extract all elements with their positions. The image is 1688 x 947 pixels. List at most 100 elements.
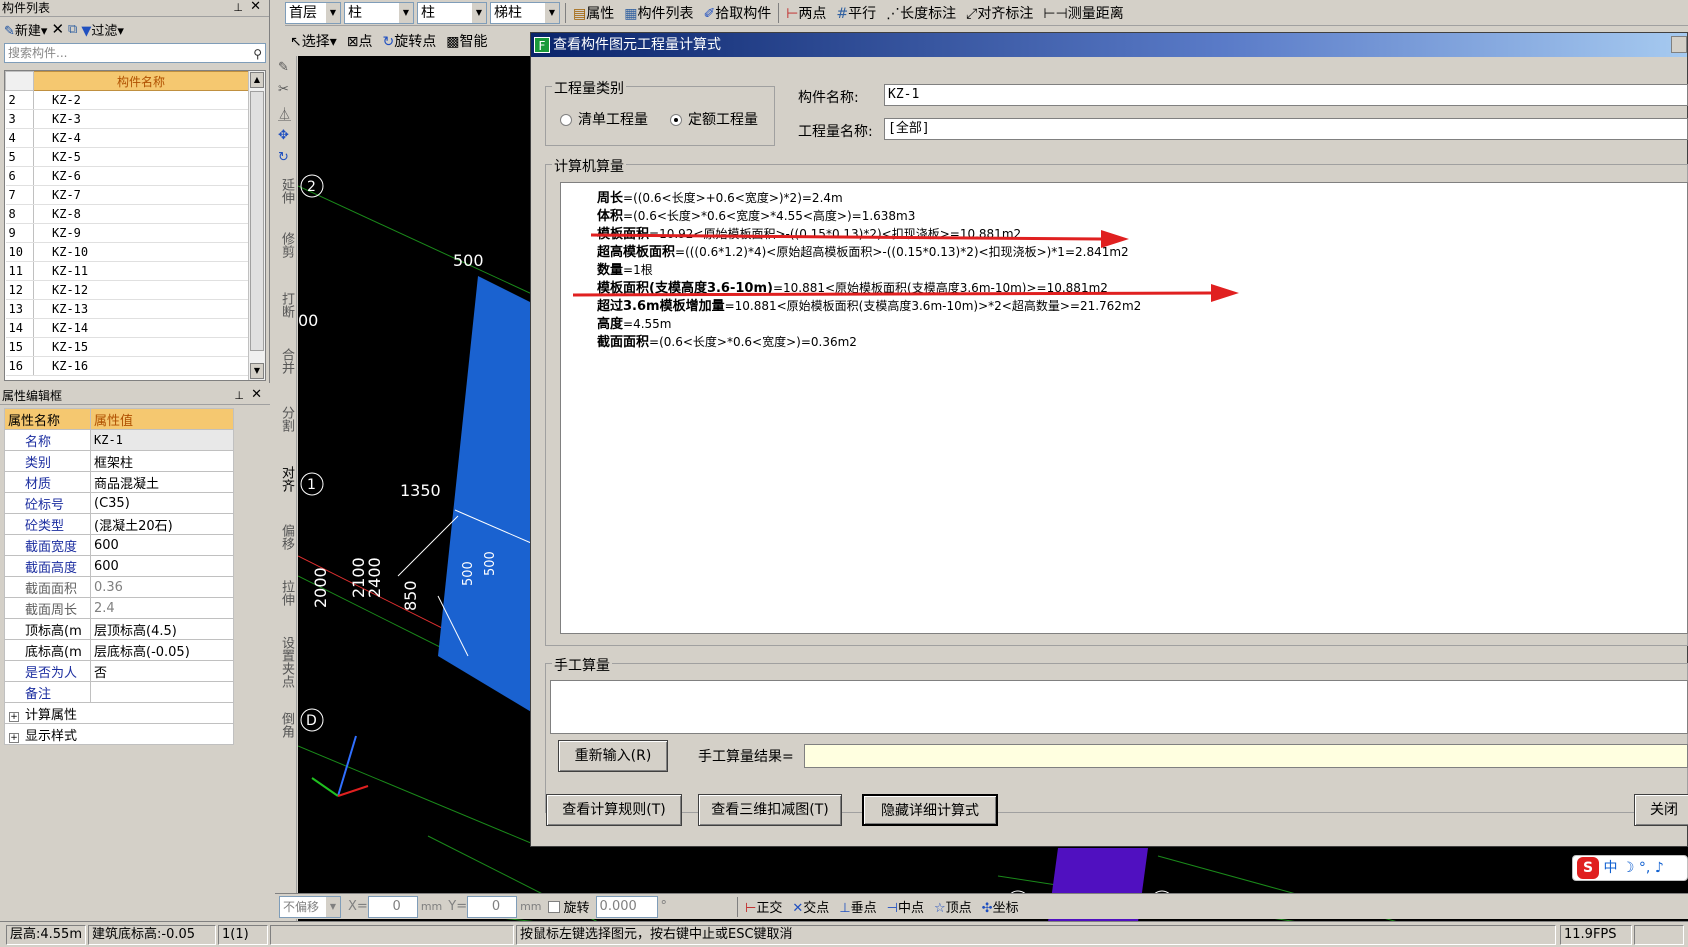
scroll-thumb[interactable]	[250, 91, 264, 351]
pin-icon[interactable]: ⊥	[234, 388, 244, 404]
pick-component-button[interactable]: ✐拾取构件	[698, 3, 776, 23]
radio-bill-qty[interactable]: 清单工程量	[560, 109, 648, 129]
property-value[interactable]: 商品混凝土	[90, 471, 234, 493]
length-dim-button[interactable]: ⋰长度标注	[881, 3, 961, 23]
close-icon[interactable]: ✕	[251, 387, 262, 403]
rotate-input[interactable]: 0.000	[595, 895, 658, 918]
delete-icon[interactable]: ✕	[51, 20, 64, 38]
component-name-cell[interactable]: KZ-2	[33, 90, 249, 110]
brush-icon[interactable]: ✎	[278, 60, 296, 75]
measure-distance-button[interactable]: ⊢⊣测量距离	[1038, 3, 1128, 23]
property-group[interactable]: + 计算属性	[4, 702, 234, 724]
property-value[interactable]: 层顶标高(4.5)	[90, 618, 234, 640]
scissors-icon[interactable]: ✂	[278, 82, 296, 97]
ime-indicator[interactable]: S 中 ☽ °, ♪	[1572, 855, 1688, 881]
component-name-cell[interactable]: KZ-6	[33, 166, 249, 186]
component-name-cell[interactable]: KZ-9	[33, 223, 249, 243]
property-value[interactable]: 600	[90, 534, 234, 556]
property-row[interactable]: 截面宽度 600	[4, 534, 234, 556]
component-name-cell[interactable]: KZ-10	[33, 242, 249, 262]
table-row[interactable]: 4 KZ-4	[5, 128, 249, 148]
property-value[interactable]	[90, 681, 234, 703]
offset-tool[interactable]: 偏移	[278, 524, 296, 550]
table-row[interactable]: 2 KZ-2	[5, 90, 249, 110]
align-tool[interactable]: 对齐	[278, 466, 296, 492]
table-row[interactable]: 3 KZ-3	[5, 109, 249, 129]
property-value[interactable]: (混凝土20石)	[90, 513, 234, 535]
ortho-snap[interactable]: ⊢正交	[740, 897, 787, 916]
property-value[interactable]: 600	[90, 555, 234, 577]
component-name-cell[interactable]: KZ-11	[33, 261, 249, 281]
component-name-cell[interactable]: KZ-12	[33, 280, 249, 300]
property-row[interactable]: 砼类型 (混凝土20石)	[4, 513, 234, 535]
property-row[interactable]: 名称 KZ-1	[4, 429, 234, 451]
property-value[interactable]: 框架柱	[90, 450, 234, 472]
component-list-scrollbar[interactable]: ▲ ▼	[248, 71, 265, 380]
perpendicular-snap[interactable]: ⊥垂点	[834, 897, 881, 916]
expand-icon[interactable]: +	[9, 732, 19, 743]
property-value[interactable]: 0.36	[90, 576, 234, 598]
property-row[interactable]: 截面面积 0.36	[4, 576, 234, 598]
type2-select[interactable]: 柱 ▼	[417, 1, 487, 24]
point-button[interactable]: ⊠点	[342, 31, 378, 51]
table-row[interactable]: 16 KZ-16	[5, 356, 249, 376]
mirror-icon[interactable]: ⏅	[278, 104, 296, 123]
dialog-titlebar[interactable]: F 查看构件图元工程量计算式	[531, 33, 1687, 57]
table-row[interactable]: 9 KZ-9	[5, 223, 249, 243]
property-row[interactable]: 砼标号 (C35)	[4, 492, 234, 514]
filter-button[interactable]: ▼过滤▾	[81, 20, 124, 39]
property-group[interactable]: + 显示样式	[4, 723, 234, 745]
rotate-point-button[interactable]: ↻旋转点	[378, 31, 442, 51]
property-button[interactable]: ▤属性	[568, 3, 619, 23]
scroll-up-icon[interactable]: ▲	[250, 72, 264, 88]
vertex-snap[interactable]: ☆顶点	[929, 897, 977, 916]
view-calc-rules-button[interactable]: 查看计算规则(T)	[546, 794, 682, 826]
search-input[interactable]: 搜索构件... ⚲	[4, 43, 266, 63]
scroll-down-icon[interactable]: ▼	[250, 363, 264, 379]
midpoint-snap[interactable]: ⊣中点	[882, 897, 929, 916]
manual-result-field[interactable]	[804, 744, 1688, 768]
chamfer-tool[interactable]: 倒角	[278, 712, 296, 738]
comp-name-field[interactable]: KZ-1	[884, 84, 1688, 106]
property-value[interactable]: 层底标高(-0.05)	[90, 639, 234, 661]
offset-mode-select[interactable]: 不偏移 ▼	[279, 895, 341, 918]
table-row[interactable]: 8 KZ-8	[5, 204, 249, 224]
table-row[interactable]: 14 KZ-14	[5, 318, 249, 338]
manual-input-area[interactable]	[550, 680, 1688, 734]
split-tool[interactable]: 分割	[278, 406, 296, 432]
break-tool[interactable]: 打断	[278, 292, 296, 318]
search-icon[interactable]: ⚲	[253, 45, 262, 63]
hide-detail-formula-button[interactable]: 隐藏详细计算式	[862, 794, 998, 826]
x-input[interactable]: 0	[367, 895, 418, 918]
property-group-row[interactable]: + 计算属性	[4, 702, 234, 724]
move-icon[interactable]: ✥	[278, 128, 296, 143]
close-button[interactable]: 关闭	[1634, 794, 1688, 826]
property-row[interactable]: 材质 商品混凝土	[4, 471, 234, 493]
component-name-cell[interactable]: KZ-5	[33, 147, 249, 167]
property-row[interactable]: 是否为人否	[4, 660, 234, 682]
table-row[interactable]: 5 KZ-5	[5, 147, 249, 167]
property-row[interactable]: 底标高(m 层底标高(-0.05)	[4, 639, 234, 661]
reinput-button[interactable]: 重新输入(R)	[558, 740, 668, 772]
property-row[interactable]: 顶标高(m 层顶标高(4.5)	[4, 618, 234, 640]
rotate-checkbox[interactable]	[547, 900, 560, 913]
component-name-cell[interactable]: KZ-7	[33, 185, 249, 205]
close-icon[interactable]	[1671, 36, 1687, 53]
property-value[interactable]: 否	[90, 660, 234, 682]
trim-tool[interactable]: 修剪	[278, 232, 296, 258]
component-name-cell[interactable]: KZ-16	[33, 356, 249, 376]
expand-icon[interactable]: +	[9, 711, 19, 722]
property-value[interactable]: KZ-1	[90, 429, 234, 451]
qty-name-field[interactable]: [全部]	[884, 118, 1688, 140]
table-row[interactable]: 7 KZ-7	[5, 185, 249, 205]
rotate-icon[interactable]: ↻	[278, 150, 296, 165]
two-point-button[interactable]: ⊢两点	[781, 3, 831, 23]
copy-icon[interactable]: ⧉	[68, 22, 77, 37]
component-name-cell[interactable]: KZ-8	[33, 204, 249, 224]
component-name-cell[interactable]: KZ-3	[33, 109, 249, 129]
y-input[interactable]: 0	[467, 895, 518, 918]
type1-select[interactable]: 柱 ▼	[344, 1, 414, 24]
property-value[interactable]: (C35)	[90, 492, 234, 514]
smart-button[interactable]: ▩智能	[441, 31, 492, 51]
table-row[interactable]: 12 KZ-12	[5, 280, 249, 300]
